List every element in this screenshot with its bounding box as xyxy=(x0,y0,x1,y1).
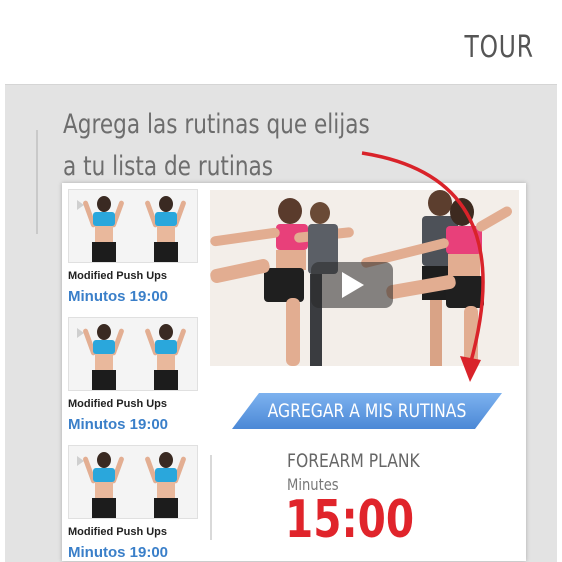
header: TOUR xyxy=(0,0,562,84)
routine-duration: Minutos 19:00 xyxy=(68,416,169,433)
play-button[interactable] xyxy=(311,262,393,308)
routine-list-item[interactable]: Modified Push Ups Minutos 19:00 xyxy=(68,317,202,433)
routine-name: Modified Push Ups xyxy=(68,270,167,282)
decorative-divider xyxy=(36,130,38,234)
exercise-name: FOREARM PLANK xyxy=(287,450,420,472)
intro-line-1: Agrega las rutinas que elijas xyxy=(63,109,370,140)
exercise-time: 15:00 xyxy=(285,490,415,550)
intro-text: Agrega las rutinas que elijas a tu lista… xyxy=(63,104,370,188)
routine-thumbnail[interactable] xyxy=(68,317,198,391)
routine-name: Modified Push Ups xyxy=(68,398,167,410)
routine-duration: Minutos 19:00 xyxy=(68,544,169,561)
routine-thumbnail[interactable] xyxy=(68,189,198,263)
routine-list-item[interactable]: Modified Push Ups Minutos 19:00 xyxy=(68,189,202,305)
add-to-routines-label: AGREGAR A MIS RUTINAS xyxy=(267,400,467,422)
intro-line-2: a tu lista de rutinas xyxy=(63,151,274,182)
routine-list-item[interactable]: Modified Push Ups Minutos 19:00 xyxy=(68,445,202,561)
section-divider xyxy=(210,455,212,540)
routine-name: Modified Push Ups xyxy=(68,526,167,538)
routine-thumbnail[interactable] xyxy=(68,445,198,519)
play-icon xyxy=(342,272,364,298)
routine-duration: Minutos 19:00 xyxy=(68,288,169,305)
add-to-routines-button[interactable]: AGREGAR A MIS RUTINAS xyxy=(232,393,502,429)
tour-link[interactable]: TOUR xyxy=(465,30,534,65)
